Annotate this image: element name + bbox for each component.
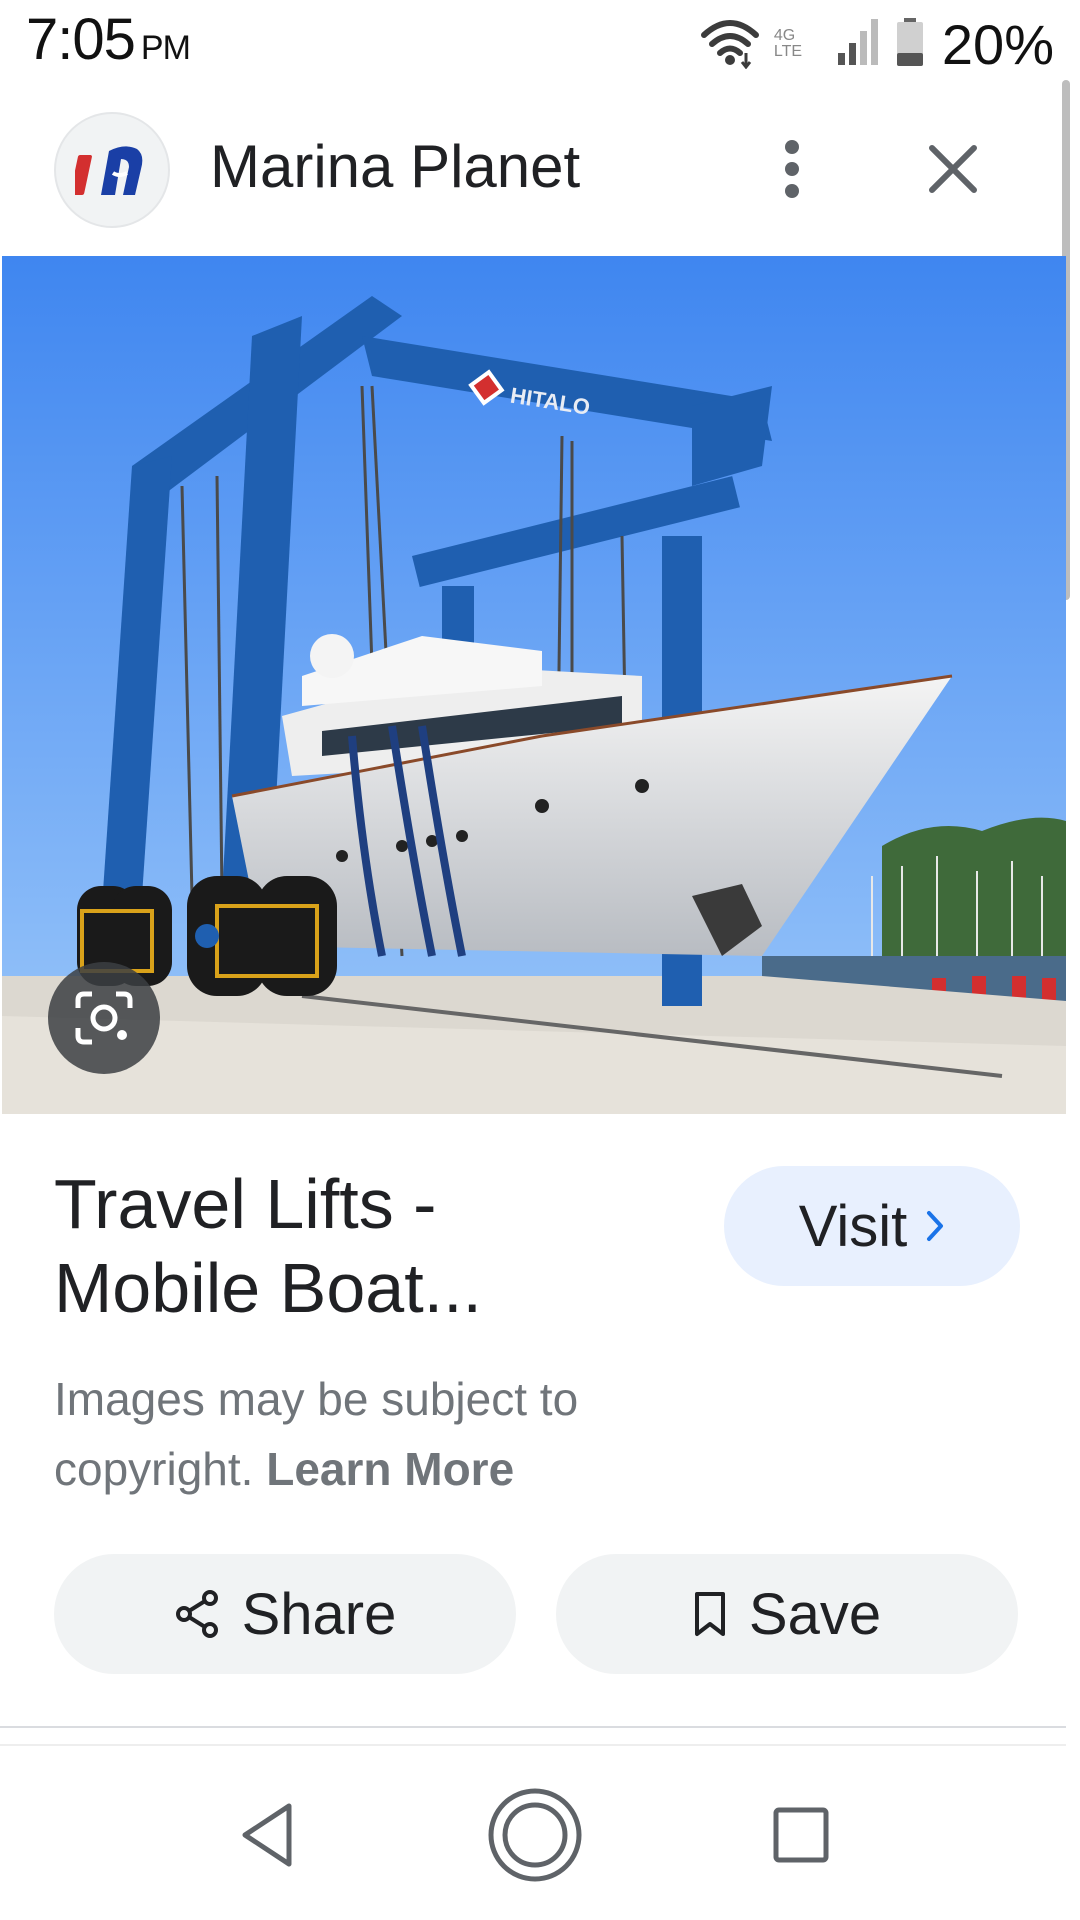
lte-icon: 4G LTE [774, 28, 822, 60]
status-bar: 7:05 PM 4G LTE 20% [0, 0, 1080, 86]
network-label: 4G LTE [773, 27, 803, 60]
visit-label: Visit [798, 1193, 908, 1259]
recents-button[interactable] [746, 1780, 856, 1890]
chevron-right-icon [927, 1211, 944, 1241]
signal-icon [836, 17, 882, 72]
visit-button[interactable]: Visit [724, 1166, 1020, 1286]
save-label: Save [748, 1581, 882, 1647]
result-title-line2: Mobile Boat... [54, 1249, 482, 1327]
back-button[interactable] [212, 1780, 322, 1890]
more-vert-icon [785, 140, 799, 198]
back-icon [242, 1803, 292, 1867]
result-image[interactable]: HITALO [2, 256, 1066, 1114]
lens-search-icon [75, 991, 133, 1045]
close-icon [929, 145, 977, 193]
wifi-icon [700, 15, 760, 74]
battery-icon [896, 17, 924, 72]
navigation-bar [0, 1750, 1080, 1920]
lens-search-button[interactable] [48, 962, 160, 1074]
clock-ampm: PM [140, 29, 191, 67]
home-icon [488, 1788, 582, 1882]
more-options-button[interactable] [756, 126, 828, 212]
status-time: 7:05 PM [26, 6, 191, 73]
marina-planet-logo-icon[interactable] [54, 112, 170, 228]
recents-icon [773, 1807, 829, 1863]
source-header: Marina Planet [0, 86, 1080, 254]
battery-percent: 20% [941, 12, 1054, 76]
share-icon [175, 1590, 218, 1638]
divider [0, 1744, 1066, 1746]
close-button[interactable] [910, 126, 996, 212]
site-name[interactable]: Marina Planet [210, 132, 580, 201]
share-button[interactable]: Share [54, 1554, 516, 1674]
clock-time: 7:05 [26, 7, 136, 72]
share-label: Share [241, 1581, 397, 1647]
learn-more-link[interactable]: Learn More [266, 1443, 514, 1495]
home-button[interactable] [480, 1780, 590, 1890]
result-title-line1: Travel Lifts - [54, 1165, 437, 1243]
bookmark-icon [694, 1592, 725, 1636]
divider [0, 1726, 1066, 1728]
result-title[interactable]: Travel Lifts - Mobile Boat... [54, 1162, 674, 1330]
status-icons: 4G LTE 20% [700, 12, 1054, 76]
save-button[interactable]: Save [556, 1554, 1018, 1674]
copyright-notice: Images may be subject to copyright. Lear… [54, 1364, 754, 1504]
